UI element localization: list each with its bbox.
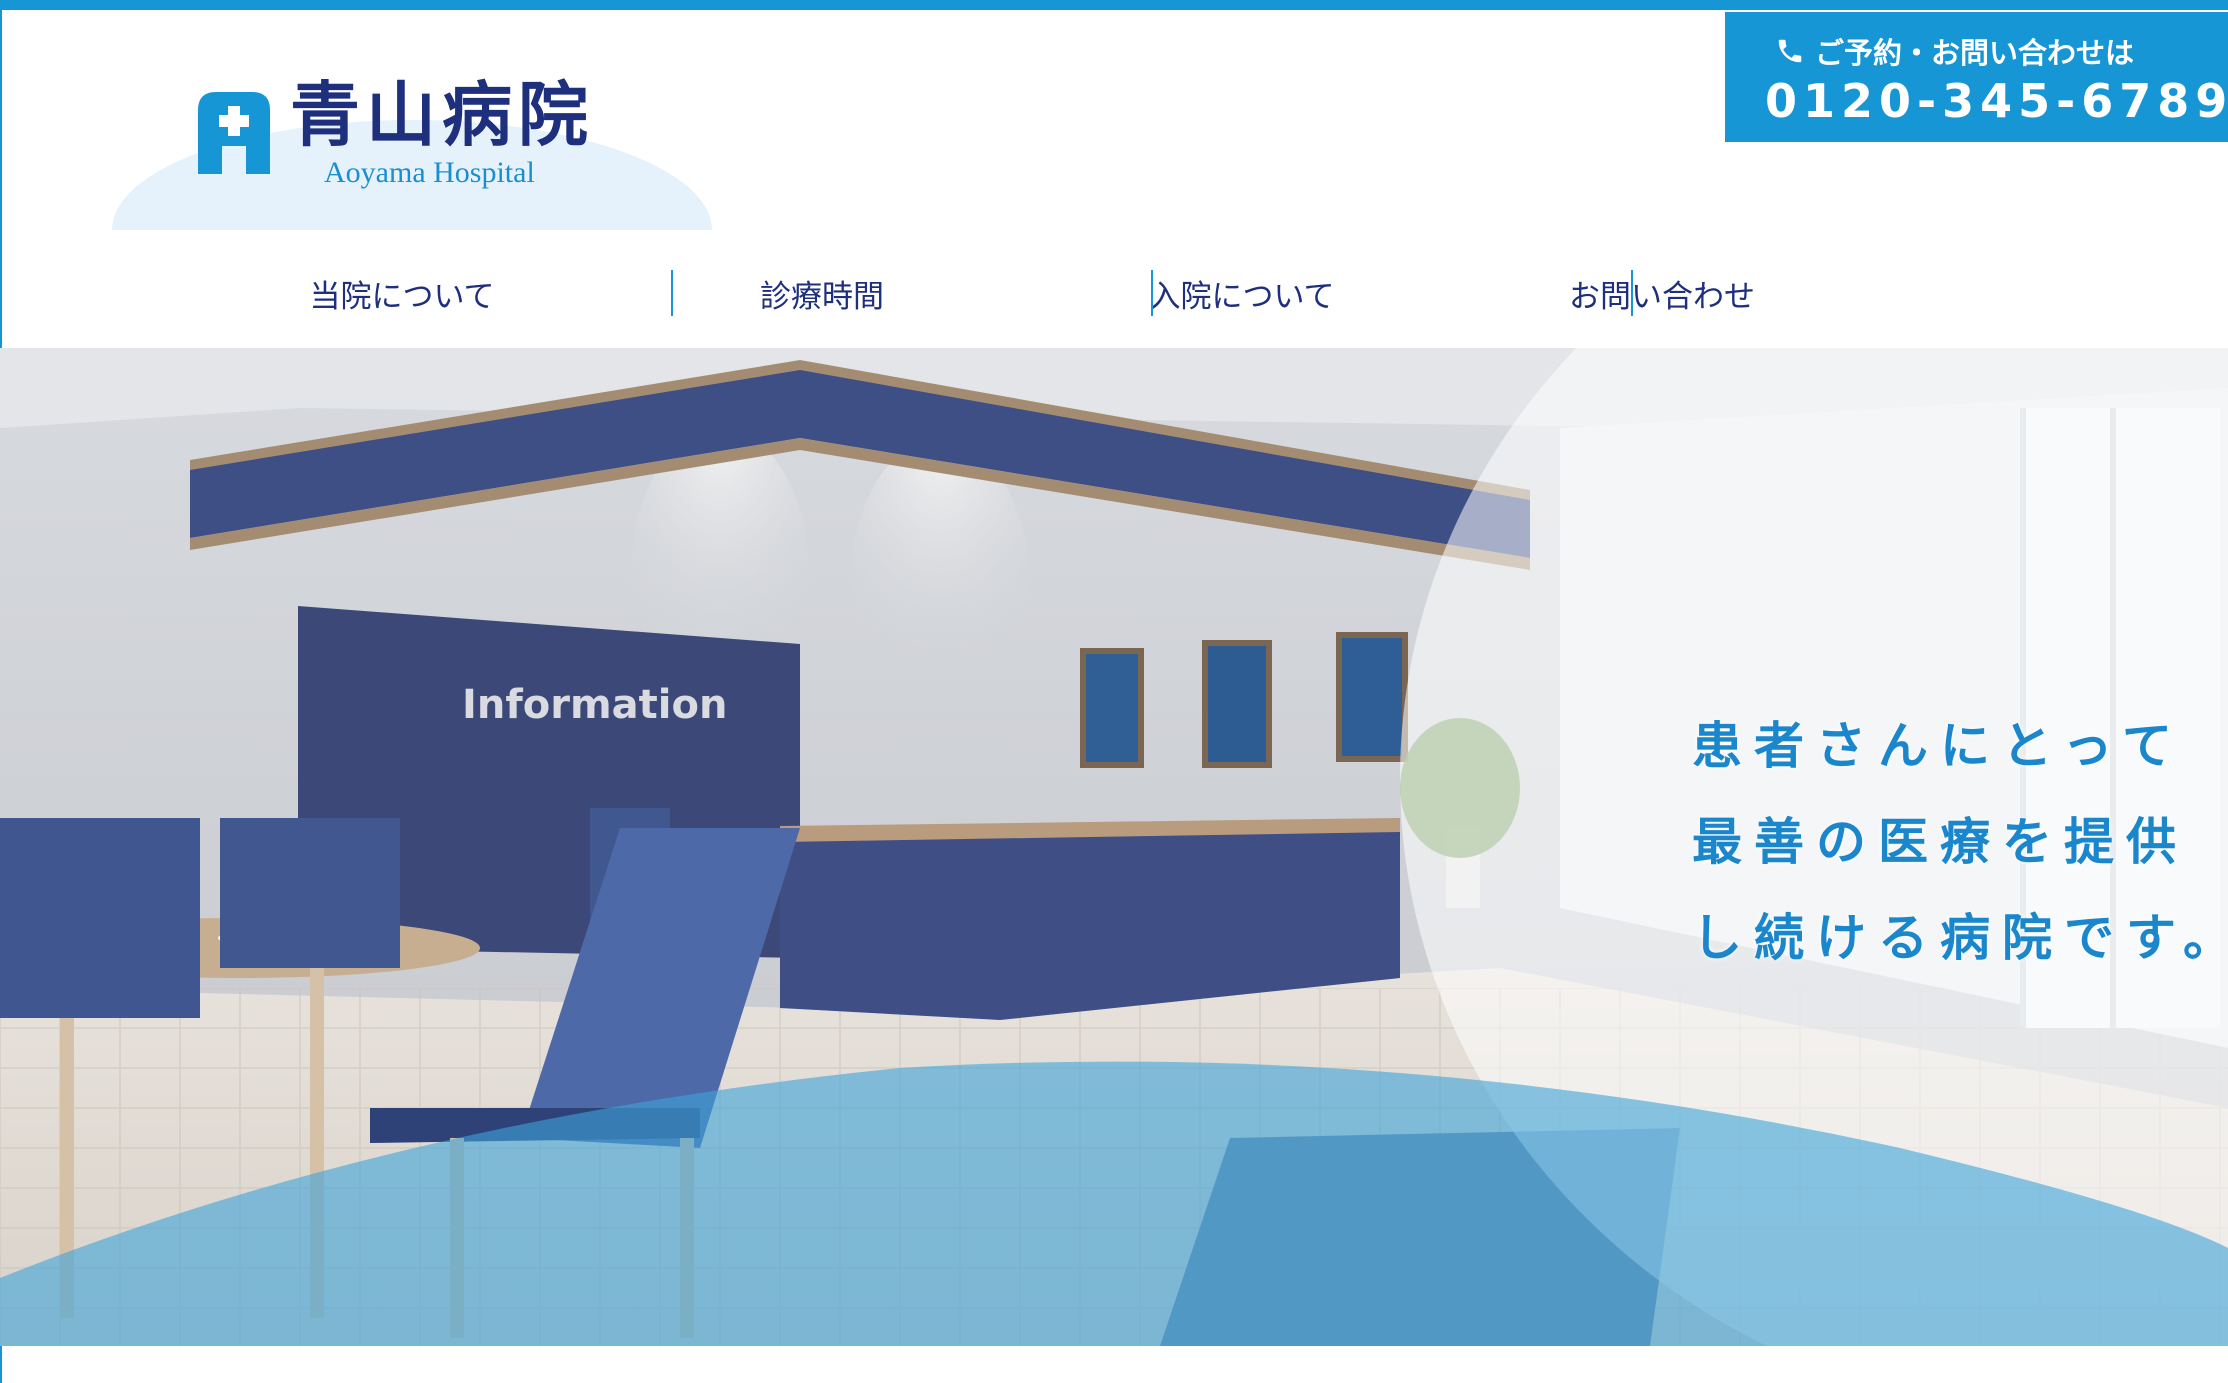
nav-divider [1631, 270, 1633, 316]
logo-subtitle: Aoyama Hospital [324, 156, 535, 189]
nav-divider [1151, 270, 1153, 316]
site-logo[interactable]: 青山病院 Aoyama Hospital [112, 70, 712, 230]
nav-divider [671, 270, 673, 316]
top-accent-bar [0, 0, 2228, 10]
contact-label-row: ご予約・お問い合わせは [1775, 30, 2134, 72]
hero-image: Information 患者さんにとって 最善の医療を提供 し続ける病院です。 [0, 348, 2228, 1346]
tagline-line: し続ける病院です。 [1692, 909, 2228, 967]
contact-box[interactable]: ご予約・お問い合わせは 0120-345-6789 [1725, 12, 2228, 142]
nav-item-admission[interactable]: 入院について [1032, 265, 1452, 321]
logo-name: 青山病院 [290, 74, 594, 156]
nav-item-hours[interactable]: 診療時間 [612, 265, 1032, 321]
main-nav: 当院について 診療時間 入院について お問い合わせ [192, 265, 1872, 321]
phone-icon [1778, 39, 1802, 63]
nav-item-about[interactable]: 当院について [192, 265, 612, 321]
information-sign: Information [462, 682, 727, 728]
contact-label: ご予約・お問い合わせは [1815, 36, 2135, 70]
hero-tagline: 患者さんにとって 最善の医療を提供 し続ける病院です。 [1692, 698, 2228, 986]
tagline-line: 患者さんにとって [1692, 717, 2184, 775]
nav-item-contact[interactable]: お問い合わせ [1452, 265, 1872, 321]
hospital-cross-icon [198, 92, 270, 174]
tagline-line: 最善の医療を提供 [1692, 813, 2188, 871]
contact-phone-number[interactable]: 0120-345-6789 [1765, 74, 2228, 128]
